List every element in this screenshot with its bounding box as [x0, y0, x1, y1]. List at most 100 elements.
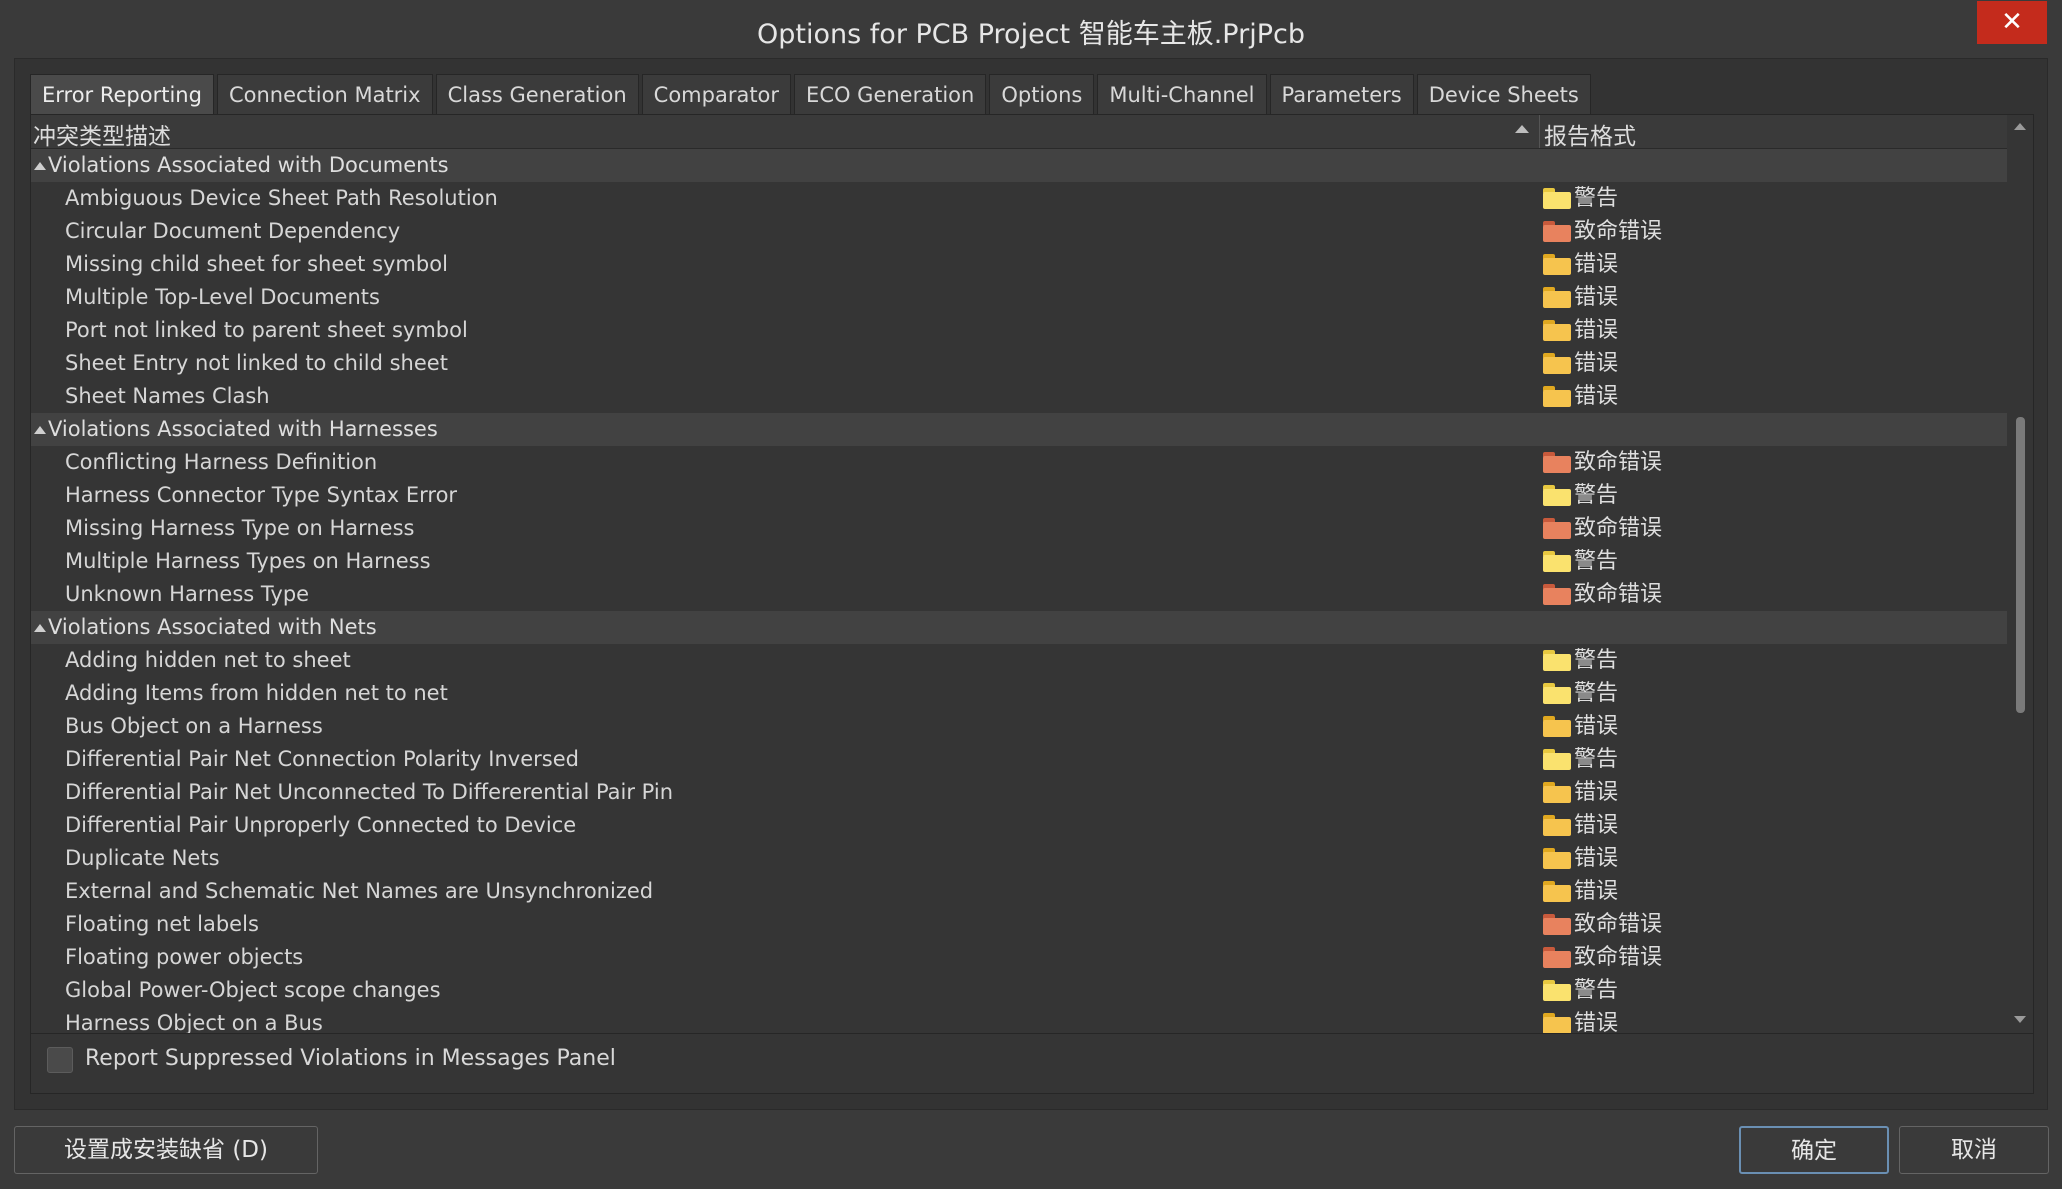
collapse-triangle-icon[interactable] — [34, 426, 46, 434]
report-format-cell[interactable]: 致命错误 — [1543, 215, 1662, 248]
scroll-thumb[interactable] — [2016, 417, 2025, 713]
table-row[interactable]: Global Power-Object scope changes 警告 — [31, 974, 2007, 1007]
report-format-cell[interactable]: 致命错误 — [1543, 512, 1662, 545]
scroll-down-icon[interactable] — [2014, 1016, 2026, 1023]
folder-icon — [1543, 353, 1571, 374]
report-format-value: 错误 — [1574, 780, 1619, 805]
cancel-button[interactable]: 取消 — [1899, 1126, 2049, 1174]
tab-eco-generation[interactable]: ECO Generation — [794, 74, 987, 114]
table-row[interactable]: Adding Items from hidden net to net 警告 — [31, 677, 2007, 710]
folder-icon — [1543, 287, 1571, 308]
report-format-cell[interactable]: 致命错误 — [1543, 908, 1662, 941]
scroll-up-icon[interactable] — [2014, 123, 2026, 130]
table-row[interactable]: Missing Harness Type on Harness 致命错误 — [31, 512, 2007, 545]
tab-strip: Error Reporting Connection Matrix Class Ge… — [30, 74, 1594, 114]
report-format-cell[interactable]: 错误 — [1543, 281, 1618, 314]
group-row[interactable]: Violations Associated with Nets — [31, 611, 2007, 644]
table-row[interactable]: Conflicting Harness Definition 致命错误 — [31, 446, 2007, 479]
report-suppressed-label[interactable]: Report Suppressed Violations in Messages… — [85, 1046, 616, 1071]
collapse-triangle-icon[interactable] — [34, 624, 46, 632]
report-format-cell[interactable]: 错误 — [1543, 1007, 1618, 1033]
report-format-value: 警告 — [1574, 978, 1619, 1003]
report-format-cell[interactable]: 警告 — [1543, 743, 1618, 776]
folder-icon — [1543, 551, 1571, 572]
table-row[interactable]: Differential Pair Net Connection Polarit… — [31, 743, 2007, 776]
report-format-cell[interactable]: 警告 — [1543, 545, 1618, 578]
table-row[interactable]: Ambiguous Device Sheet Path Resolution 警告 — [31, 182, 2007, 215]
table-row[interactable]: Missing child sheet for sheet symbol 错误 — [31, 248, 2007, 281]
group-label: Violations Associated with Documents — [48, 153, 449, 177]
options-dialog: Options for PCB Project 智能车主板.PrjPcb ✕ E… — [0, 0, 2062, 1189]
close-button[interactable]: ✕ — [1977, 1, 2047, 44]
report-format-value: 警告 — [1574, 186, 1619, 211]
report-format-value: 致命错误 — [1574, 582, 1663, 607]
report-format-cell[interactable]: 错误 — [1543, 314, 1618, 347]
report-format-cell[interactable]: 警告 — [1543, 479, 1618, 512]
table-row[interactable]: External and Schematic Net Names are Uns… — [31, 875, 2007, 908]
table-row[interactable]: Duplicate Nets 错误 — [31, 842, 2007, 875]
violations-grid: 冲突类型描述 报告格式 Violations Associated with D… — [30, 114, 2034, 1034]
group-label: Violations Associated with Nets — [48, 615, 377, 639]
column-divider[interactable] — [1539, 115, 1540, 148]
vertical-scrollbar[interactable] — [2009, 115, 2033, 1033]
violation-label: Differential Pair Net Unconnected To Dif… — [65, 780, 674, 804]
table-row[interactable]: Differential Pair Net Unconnected To Dif… — [31, 776, 2007, 809]
tab-multi-channel[interactable]: Multi-Channel — [1097, 74, 1267, 114]
tab-device-sheets[interactable]: Device Sheets — [1416, 74, 1591, 114]
table-row[interactable]: Multiple Top-Level Documents 错误 — [31, 281, 2007, 314]
report-format-cell[interactable]: 错误 — [1543, 776, 1618, 809]
group-row[interactable]: Violations Associated with Documents — [31, 149, 2007, 182]
report-format-cell[interactable]: 致命错误 — [1543, 941, 1662, 974]
table-row[interactable]: Harness Object on a Bus 错误 — [31, 1007, 2007, 1033]
column-header-type[interactable]: 冲突类型描述 — [33, 117, 171, 151]
report-format-value: 错误 — [1574, 384, 1619, 409]
report-format-cell[interactable]: 警告 — [1543, 182, 1618, 215]
ok-button[interactable]: 确定 — [1739, 1126, 1889, 1174]
tab-options[interactable]: Options — [989, 74, 1095, 114]
report-format-cell[interactable]: 错误 — [1543, 380, 1618, 413]
folder-icon — [1543, 848, 1571, 869]
group-row[interactable]: Violations Associated with Harnesses — [31, 413, 2007, 446]
folder-icon — [1543, 815, 1571, 836]
set-defaults-button[interactable]: 设置成安装缺省 (D) — [14, 1126, 318, 1174]
table-row[interactable]: Unknown Harness Type 致命错误 — [31, 578, 2007, 611]
table-row[interactable]: Harness Connector Type Syntax Error 警告 — [31, 479, 2007, 512]
report-format-cell[interactable]: 错误 — [1543, 710, 1618, 743]
report-format-cell[interactable]: 致命错误 — [1543, 578, 1662, 611]
violation-label: Port not linked to parent sheet symbol — [65, 318, 468, 342]
table-row[interactable]: Bus Object on a Harness 错误 — [31, 710, 2007, 743]
report-suppressed-checkbox[interactable] — [47, 1047, 73, 1073]
table-row[interactable]: Circular Document Dependency 致命错误 — [31, 215, 2007, 248]
table-row[interactable]: Floating net labels 致命错误 — [31, 908, 2007, 941]
tab-comparator[interactable]: Comparator — [641, 74, 792, 114]
folder-icon — [1543, 518, 1571, 539]
violation-label: Duplicate Nets — [65, 846, 220, 870]
column-header-format[interactable]: 报告格式 — [1544, 117, 1636, 151]
report-format-cell[interactable]: 致命错误 — [1543, 446, 1662, 479]
violation-label: Global Power-Object scope changes — [65, 978, 441, 1002]
table-row[interactable]: Sheet Entry not linked to child sheet 错误 — [31, 347, 2007, 380]
report-format-cell[interactable]: 警告 — [1543, 974, 1618, 1007]
table-row[interactable]: Floating power objects 致命错误 — [31, 941, 2007, 974]
report-format-value: 错误 — [1574, 879, 1619, 904]
tab-parameters[interactable]: Parameters — [1269, 74, 1414, 114]
report-format-cell[interactable]: 错误 — [1543, 809, 1618, 842]
collapse-triangle-icon[interactable] — [34, 162, 46, 170]
grid-rows: Violations Associated with Documents Ambi… — [31, 149, 2007, 1033]
report-format-cell[interactable]: 错误 — [1543, 842, 1618, 875]
table-row[interactable]: Adding hidden net to sheet 警告 — [31, 644, 2007, 677]
grid-footer: Report Suppressed Violations in Messages… — [30, 1034, 2034, 1094]
tab-connection-matrix[interactable]: Connection Matrix — [216, 74, 433, 114]
report-format-cell[interactable]: 错误 — [1543, 347, 1618, 380]
table-row[interactable]: Port not linked to parent sheet symbol 错误 — [31, 314, 2007, 347]
tab-error-reporting[interactable]: Error Reporting — [30, 74, 214, 114]
tab-class-generation[interactable]: Class Generation — [435, 74, 639, 114]
report-format-cell[interactable]: 警告 — [1543, 677, 1618, 710]
report-format-cell[interactable]: 警告 — [1543, 644, 1618, 677]
table-row[interactable]: Sheet Names Clash 错误 — [31, 380, 2007, 413]
report-format-cell[interactable]: 错误 — [1543, 248, 1618, 281]
table-row[interactable]: Differential Pair Unproperly Connected t… — [31, 809, 2007, 842]
report-format-cell[interactable]: 错误 — [1543, 875, 1618, 908]
violation-label: Floating power objects — [65, 945, 304, 969]
table-row[interactable]: Multiple Harness Types on Harness 警告 — [31, 545, 2007, 578]
